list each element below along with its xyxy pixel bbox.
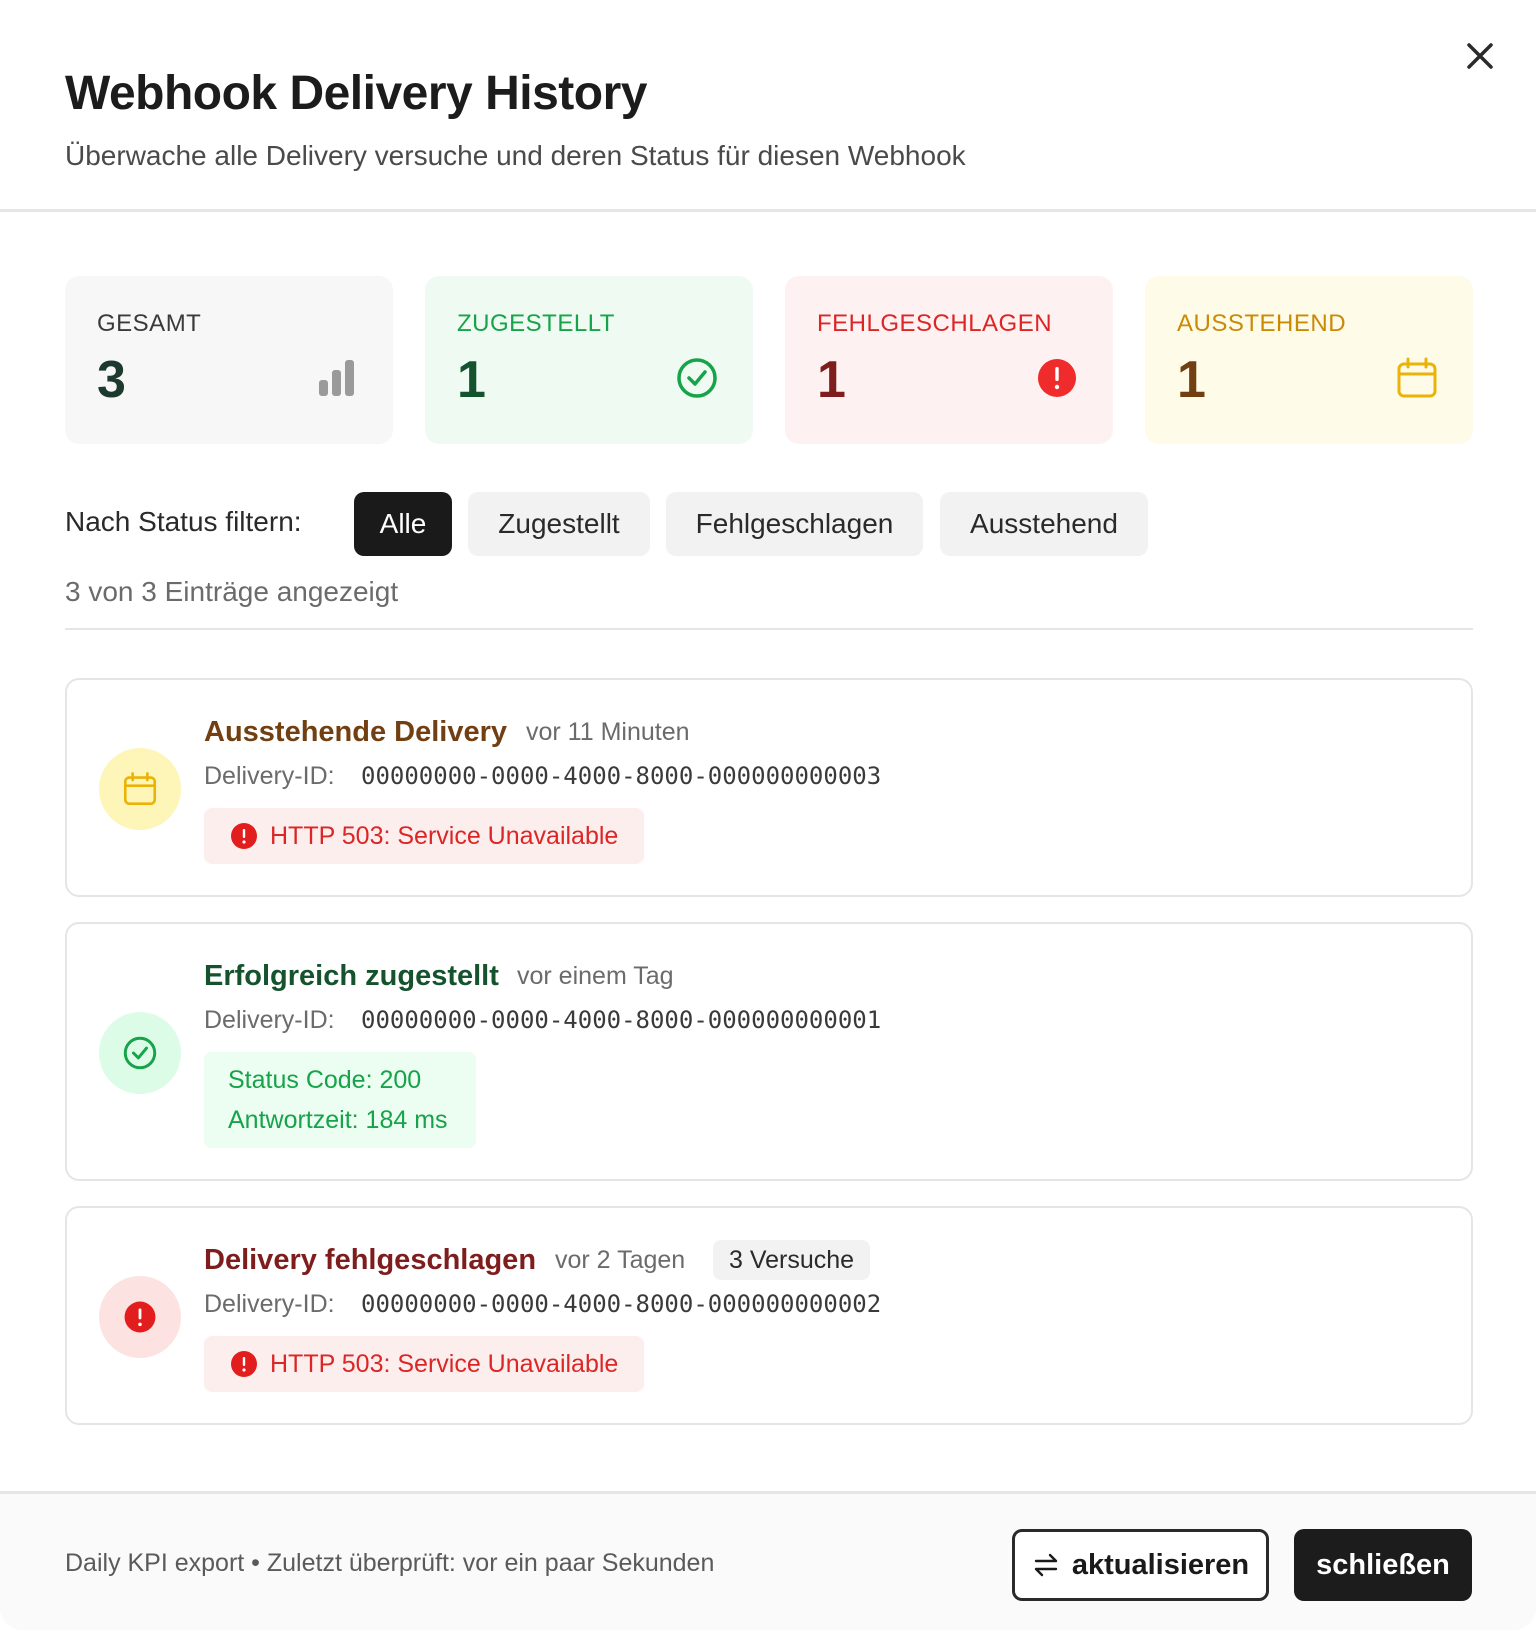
error-text: HTTP 503: Service Unavailable bbox=[270, 1349, 619, 1378]
close-button[interactable]: schließen bbox=[1294, 1529, 1472, 1601]
stat-label: ZUGESTELLT bbox=[457, 310, 615, 337]
filter-chip-all[interactable]: Alle bbox=[354, 492, 452, 556]
swap-arrows-icon bbox=[1034, 1553, 1058, 1577]
divider bbox=[65, 628, 1473, 630]
entries-count: 3 von 3 Einträge angezeigt bbox=[65, 576, 399, 607]
close-icon[interactable] bbox=[1460, 36, 1500, 76]
delivery-id: 00000000-0000-4000-8000-000000000002 bbox=[361, 1290, 882, 1318]
refresh-label: aktualisieren bbox=[1071, 1548, 1250, 1581]
delivery-card-delivered[interactable]: Erfolgreich zugestellt vor einem Tag Del… bbox=[65, 922, 1473, 1181]
stat-value: 1 bbox=[817, 351, 846, 409]
calendar-icon bbox=[99, 748, 181, 830]
stat-label: FEHLGESCHLAGEN bbox=[817, 310, 1053, 337]
stat-card-failed: FEHLGESCHLAGEN 1 bbox=[785, 276, 1113, 444]
stat-label: GESAMT bbox=[97, 310, 202, 337]
delivery-title: Ausstehende Delivery bbox=[204, 716, 508, 748]
alert-circle-icon bbox=[1035, 356, 1079, 400]
error-message: HTTP 503: Service Unavailable bbox=[204, 808, 644, 864]
attempts-badge: 3 Versuche bbox=[713, 1240, 871, 1280]
modal-subtitle: Überwache alle Delivery versuche und der… bbox=[65, 140, 966, 171]
filter-chip-failed[interactable]: Fehlgeschlagen bbox=[666, 492, 923, 556]
delivery-id: 00000000-0000-4000-8000-000000000001 bbox=[361, 1006, 882, 1034]
delivery-time: vor 2 Tagen bbox=[555, 1246, 686, 1274]
stat-label: AUSSTEHEND bbox=[1177, 310, 1347, 337]
calendar-icon bbox=[1395, 356, 1439, 400]
delivery-card-pending[interactable]: Ausstehende Delivery vor 11 Minuten Deli… bbox=[65, 678, 1473, 897]
bar-chart-icon bbox=[315, 356, 359, 400]
error-message: HTTP 503: Service Unavailable bbox=[204, 1336, 644, 1392]
modal-title: Webhook Delivery History bbox=[65, 67, 647, 120]
alert-circle-icon bbox=[231, 1351, 257, 1377]
filter-chip-pending[interactable]: Ausstehend bbox=[940, 492, 1148, 556]
alert-circle-icon bbox=[99, 1276, 181, 1358]
stat-value: 1 bbox=[1177, 351, 1206, 409]
filter-label: Nach Status filtern: bbox=[65, 506, 302, 537]
response-time: Antwortzeit: 184 ms bbox=[228, 1106, 448, 1134]
delivery-card-failed[interactable]: Delivery fehlgeschlagen vor 2 Tagen 3 Ve… bbox=[65, 1206, 1473, 1425]
modal-header: Webhook Delivery History Überwache alle … bbox=[0, 0, 1536, 212]
delivery-id-label: Delivery-ID: bbox=[204, 1290, 335, 1318]
footer-info: Daily KPI export • Zuletzt überprüft: vo… bbox=[65, 1549, 715, 1577]
refresh-button[interactable]: aktualisieren bbox=[1012, 1529, 1269, 1601]
check-circle-icon bbox=[675, 356, 719, 400]
check-circle-icon bbox=[99, 1012, 181, 1094]
stat-value: 3 bbox=[97, 351, 126, 409]
stat-value: 1 bbox=[457, 351, 486, 409]
delivery-id-label: Delivery-ID: bbox=[204, 1006, 335, 1034]
delivery-id-label: Delivery-ID: bbox=[204, 762, 335, 790]
delivery-time: vor einem Tag bbox=[517, 962, 674, 990]
filter-chip-delivered[interactable]: Zugestellt bbox=[468, 492, 650, 556]
webhook-history-modal: Webhook Delivery History Überwache alle … bbox=[0, 0, 1536, 1630]
stat-card-delivered: ZUGESTELLT 1 bbox=[425, 276, 753, 444]
alert-circle-icon bbox=[231, 823, 257, 849]
delivery-time: vor 11 Minuten bbox=[526, 718, 690, 746]
modal-footer: Daily KPI export • Zuletzt überprüft: vo… bbox=[0, 1491, 1536, 1630]
delivery-title: Delivery fehlgeschlagen bbox=[204, 1244, 537, 1276]
status-code: Status Code: 200 bbox=[228, 1066, 422, 1094]
stat-card-pending: AUSSTEHEND 1 bbox=[1145, 276, 1473, 444]
response-details: Status Code: 200 Antwortzeit: 184 ms bbox=[204, 1052, 476, 1148]
error-text: HTTP 503: Service Unavailable bbox=[270, 821, 619, 850]
delivery-title: Erfolgreich zugestellt bbox=[204, 960, 499, 992]
delivery-id: 00000000-0000-4000-8000-000000000003 bbox=[361, 762, 882, 790]
stat-card-total: GESAMT 3 bbox=[65, 276, 393, 444]
